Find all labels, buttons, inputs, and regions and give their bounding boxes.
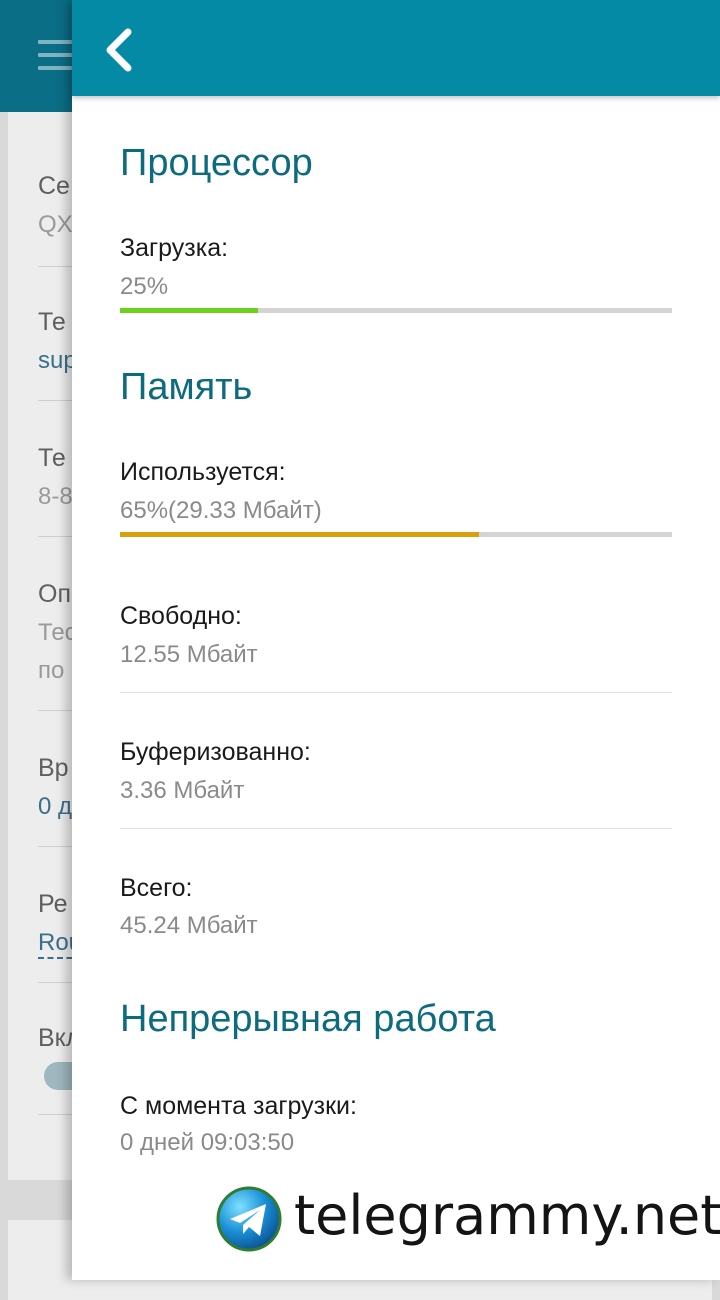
divider [120,692,672,693]
system-status-panel: Процессор Загрузка: 25% Память Используе… [72,0,720,1280]
cpu-load-label: Загрузка: [120,234,229,262]
section-title-memory: Память [120,366,253,408]
memory-buffered-value: 3.36 Мбайт [120,777,245,804]
memory-free-label: Свободно: [120,602,242,630]
memory-used-bar [120,532,672,537]
cpu-load-bar [120,308,672,313]
chevron-left-icon [106,28,132,72]
memory-free-value: 12.55 Мбайт [120,641,258,668]
panel-header [72,0,720,96]
section-title-uptime: Непрерывная работа [120,998,496,1040]
memory-used-label: Используется: [120,458,286,486]
memory-used-value: 65%(29.33 Мбайт) [120,497,322,524]
memory-buffered-label: Буферизованно: [120,738,311,766]
watermark-text: telegrammy.net [294,1184,720,1247]
divider [120,828,672,829]
telegram-logo-icon [216,1186,282,1252]
uptime-since-label: С момента загрузки: [120,1092,357,1120]
memory-total-value: 45.24 Мбайт [120,912,258,939]
cpu-load-bar-fill [120,308,258,313]
memory-used-bar-fill [120,532,479,537]
cpu-load-value: 25% [120,273,169,300]
menu-icon [38,40,74,70]
back-button[interactable] [94,22,150,78]
uptime-since-value: 0 дней 09:03:50 [120,1129,295,1156]
watermark: telegrammy.net [216,1184,720,1254]
section-title-cpu: Процессор [120,142,313,184]
memory-total-label: Всего: [120,874,193,902]
